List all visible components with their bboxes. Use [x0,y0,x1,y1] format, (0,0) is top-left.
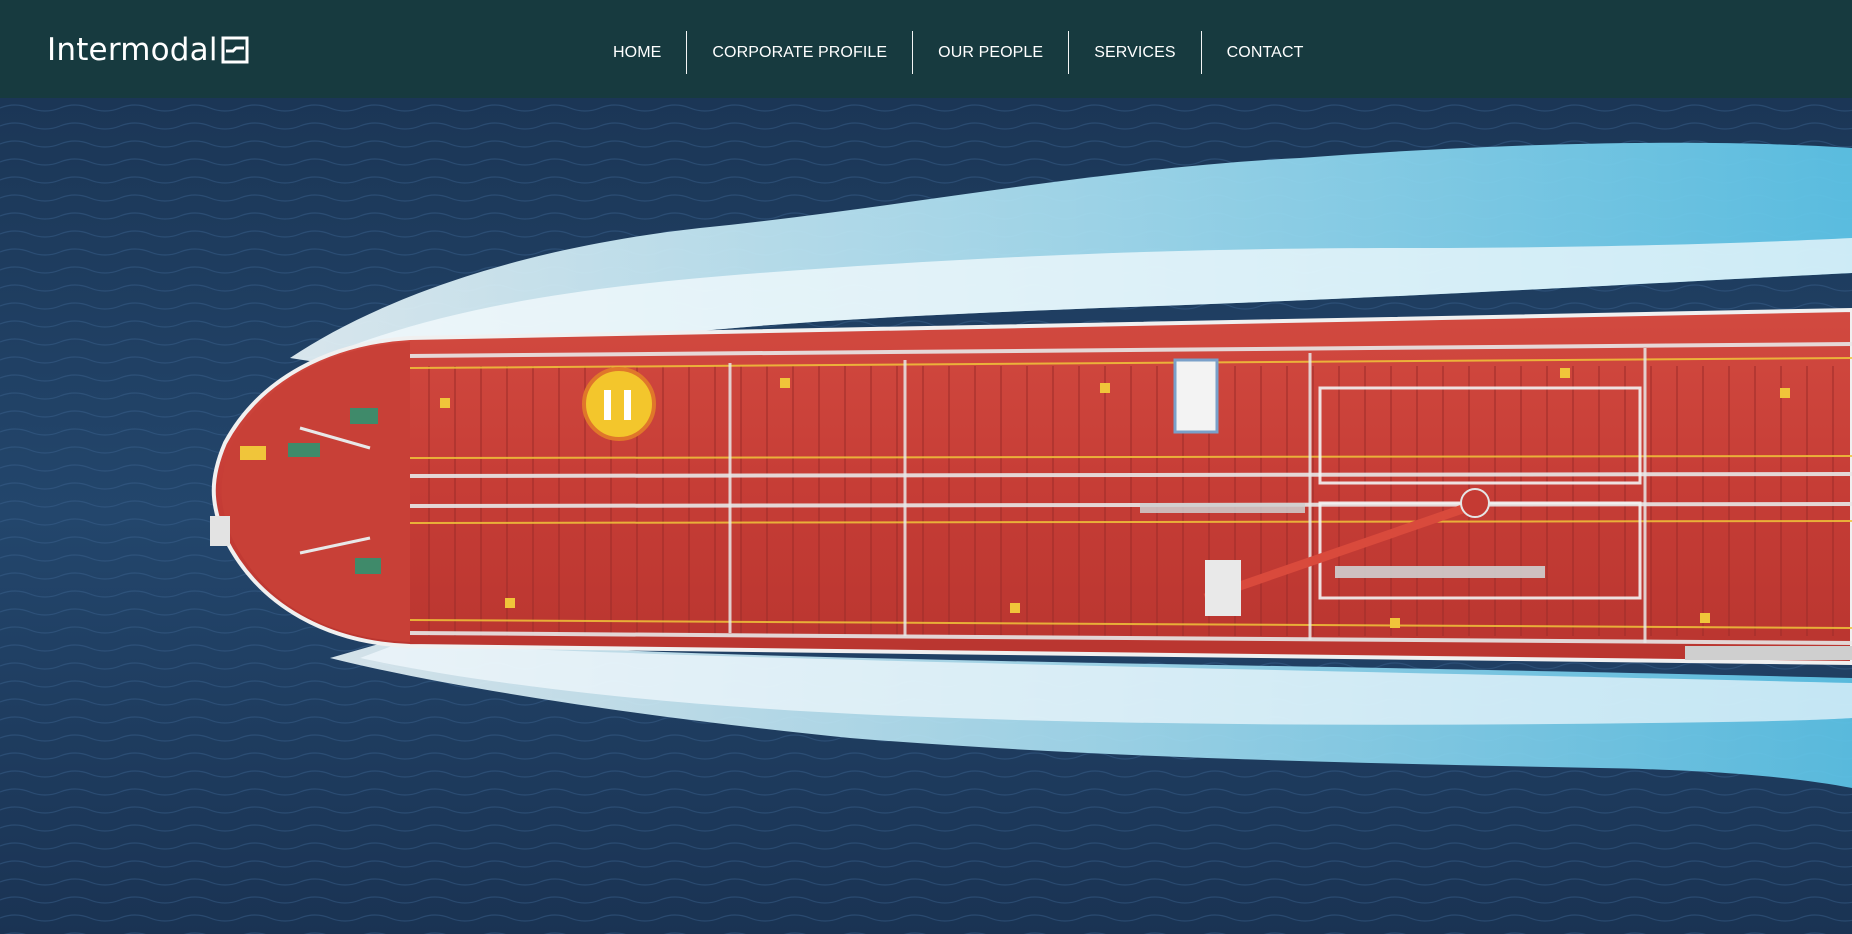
main-nav: HOME CORPORATE PROFILE OUR PEOPLE SERVIC… [588,30,1328,75]
nav-home[interactable]: HOME [588,30,686,75]
nav-divider [686,31,688,74]
hero-banner [0,98,1852,934]
nav-contact[interactable]: CONTACT [1202,30,1329,75]
brand-name: Intermodal [47,31,218,68]
nav-corporate-profile[interactable]: CORPORATE PROFILE [687,30,912,75]
nav-our-people[interactable]: OUR PEOPLE [913,30,1068,75]
hero-ship-image [0,98,1852,934]
nav-divider [1068,31,1070,74]
brand-logo[interactable]: Intermodal [47,30,249,70]
nav-divider [912,31,914,74]
site-header: Intermodal HOME CORPORATE PROFILE OUR PE… [0,0,1852,98]
nav-divider [1200,31,1202,74]
folded-box-icon [221,36,249,64]
nav-services[interactable]: SERVICES [1069,30,1200,75]
